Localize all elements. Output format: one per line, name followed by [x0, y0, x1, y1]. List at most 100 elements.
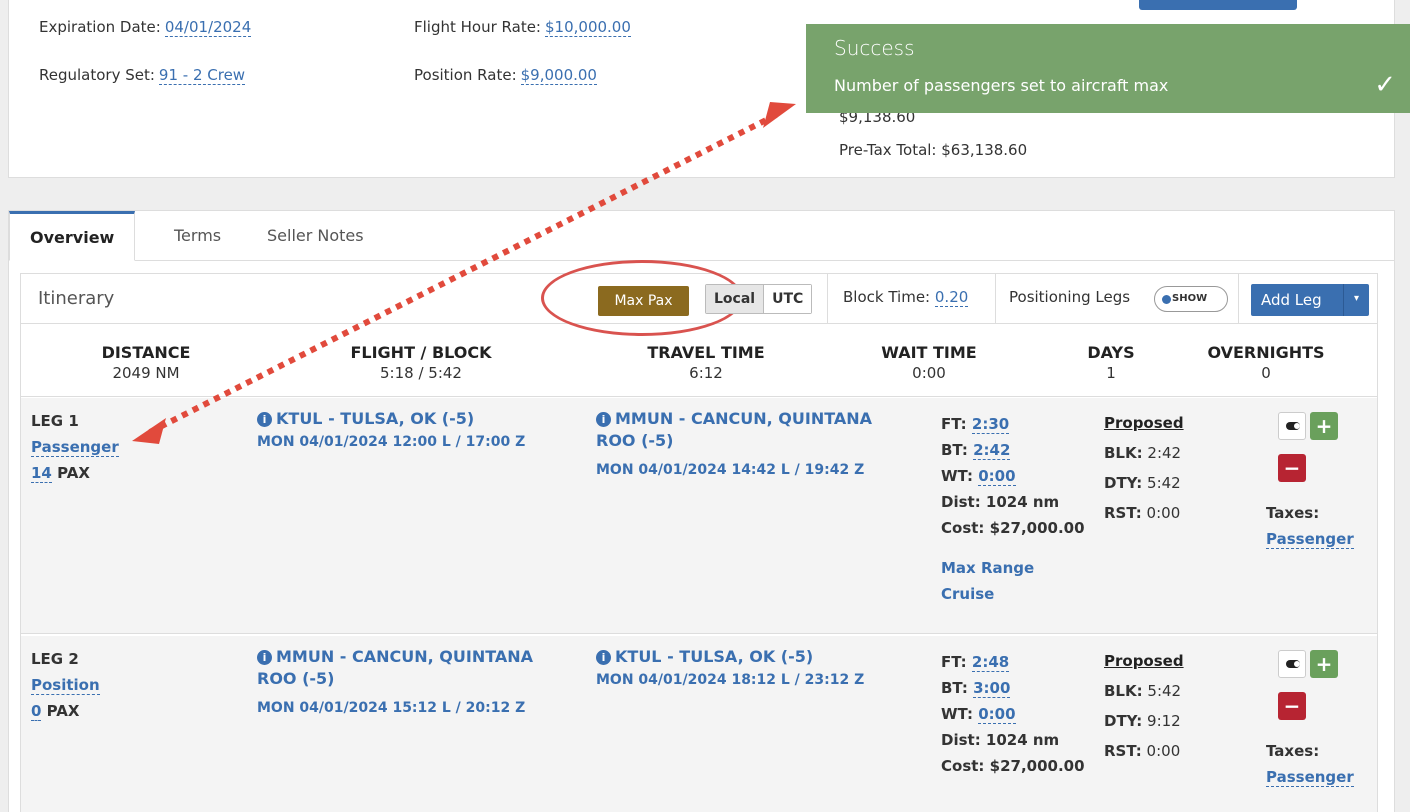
summary-value: 5:18 / 5:42 — [380, 364, 462, 382]
leg-type-link[interactable]: Position — [31, 676, 100, 695]
bt-value[interactable]: 2:42 — [973, 441, 1011, 460]
proposed-link[interactable]: Proposed — [1104, 646, 1184, 676]
info-icon[interactable]: i — [596, 650, 611, 665]
bt-value[interactable]: 3:00 — [973, 679, 1011, 698]
position-rate-label: Position Rate: — [414, 66, 517, 84]
arrival-airport[interactable]: i MMUN - CANCUN, QUINTANA ROO (-5) — [596, 408, 916, 452]
block-time: Block Time: 0.20 — [843, 288, 969, 307]
info-icon[interactable]: i — [596, 412, 611, 427]
info-icon[interactable]: i — [257, 650, 272, 665]
tab-seller-notes[interactable]: Seller Notes — [247, 211, 384, 261]
ft-value[interactable]: 2:30 — [971, 415, 1010, 434]
range-line-2: Cruise — [941, 585, 995, 603]
toast-title: Success — [834, 36, 915, 60]
arrival-airport-name-cont: ROO (-5) — [596, 431, 674, 450]
divider — [995, 274, 996, 324]
ft-label: FT: — [941, 415, 967, 433]
arrival-airport-name: MMUN - CANCUN, QUINTANA — [615, 409, 873, 428]
leg-cost: Cost: $27,000.00 — [941, 757, 1085, 775]
toggle-icon[interactable] — [1278, 412, 1306, 440]
departure-time: MON 04/01/2024 12:00 L / 17:00 Z — [257, 434, 526, 450]
departure-airport-name: KTUL - TULSA, OK (-5) — [276, 409, 475, 428]
range-line-1: Max Range — [941, 559, 1035, 577]
quote-tabs-panel: Overview Terms Seller Notes Itinerary Ma… — [8, 210, 1395, 812]
departure-airport[interactable]: i KTUL - TULSA, OK (-5) — [257, 408, 577, 430]
taxes-value[interactable]: Passenger — [1266, 530, 1354, 549]
pre-tax-total: Pre-Tax Total: $63,138.60 — [839, 141, 1028, 159]
ft-value[interactable]: 2:48 — [971, 653, 1010, 672]
leg-times: FT: 2:30 BT: 2:42 WT: 0:00 Dist: 1024 nm… — [941, 411, 1085, 607]
add-leg-label: Add Leg — [1261, 291, 1322, 309]
wt-label: WT: — [941, 705, 973, 723]
rst-value: 0:00 — [1146, 742, 1181, 760]
wt-value[interactable]: 0:00 — [978, 705, 1016, 724]
leg-row: LEG 2 Position 0 PAX i MMUN - CANCUN, QUI… — [21, 636, 1377, 812]
tab-overview[interactable]: Overview — [9, 211, 136, 261]
toggle-icon[interactable] — [1278, 650, 1306, 678]
summary-label: WAIT TIME — [881, 343, 977, 362]
arrival-time: MON 04/01/2024 18:12 L / 23:12 Z — [596, 672, 865, 688]
summary-value: 0 — [1261, 364, 1271, 382]
block-time-label: Block Time: — [843, 288, 931, 306]
bt-label: BT: — [941, 679, 968, 697]
flight-hour-rate-value[interactable]: $10,000.00 — [545, 18, 631, 37]
aircraft-range-link[interactable]: Max Range Cruise — [941, 555, 1085, 607]
success-toast[interactable]: Success Number of passengers set to airc… — [806, 24, 1410, 113]
positioning-legs-label: Positioning Legs — [1009, 288, 1131, 306]
tab-terms[interactable]: Terms — [154, 211, 241, 261]
itinerary-toolbar: Itinerary Max Pax Local UTC Block Time: … — [21, 260, 1377, 336]
leg-distance: Dist: 1024 nm — [941, 731, 1060, 749]
dty-value: 9:12 — [1147, 712, 1181, 730]
utc-time-button[interactable]: UTC — [763, 285, 812, 313]
positioning-legs-toggle[interactable]: SHOW — [1154, 286, 1228, 312]
remove-leg-icon[interactable]: − — [1278, 692, 1306, 720]
rst-value: 0:00 — [1146, 504, 1181, 522]
info-icon[interactable]: i — [257, 412, 272, 427]
position-rate-value[interactable]: $9,000.00 — [520, 66, 597, 85]
divider — [827, 274, 828, 324]
taxes-value[interactable]: Passenger — [1266, 768, 1354, 787]
taxes-label: Taxes: — [1266, 504, 1320, 522]
update-tax-rates-button[interactable] — [1139, 0, 1297, 10]
regulatory-set-label: Regulatory Set: — [39, 66, 155, 84]
wt-value[interactable]: 0:00 — [978, 467, 1016, 486]
summary-label: FLIGHT / BLOCK — [350, 343, 492, 362]
summary-label: OVERNIGHTS — [1207, 343, 1325, 362]
expiration-date-field: Expiration Date: 04/01/2024 — [39, 18, 252, 37]
leg-info: LEG 2 Position 0 PAX — [31, 646, 100, 724]
wt-label: WT: — [941, 467, 973, 485]
proposed-link[interactable]: Proposed — [1104, 408, 1184, 438]
arrival-airport-name: KTUL - TULSA, OK (-5) — [615, 647, 814, 666]
leg-name: LEG 2 — [31, 650, 79, 668]
max-pax-button[interactable]: Max Pax — [598, 286, 689, 316]
rst-label: RST: — [1104, 742, 1142, 760]
flight-hour-rate-field: Flight Hour Rate: $10,000.00 — [414, 18, 631, 37]
departure-airport[interactable]: i MMUN - CANCUN, QUINTANA ROO (-5) — [257, 646, 587, 690]
add-leg-icon[interactable]: + — [1310, 650, 1338, 678]
leg-taxes: Taxes: Passenger — [1266, 738, 1354, 790]
add-leg-button[interactable]: Add Leg ▾ — [1251, 284, 1369, 316]
ft-label: FT: — [941, 653, 967, 671]
leg-taxes: Taxes: Passenger — [1266, 500, 1354, 552]
summary-value: 1 — [1106, 364, 1116, 382]
expiration-date-value[interactable]: 04/01/2024 — [164, 18, 252, 37]
block-time-value[interactable]: 0.20 — [934, 288, 969, 307]
remove-leg-icon[interactable]: − — [1278, 454, 1306, 482]
dty-label: DTY: — [1104, 474, 1143, 492]
itinerary-title: Itinerary — [38, 288, 115, 309]
local-time-button[interactable]: Local — [706, 285, 764, 313]
rst-label: RST: — [1104, 504, 1142, 522]
summary-label: DISTANCE — [101, 343, 191, 362]
chevron-down-icon[interactable]: ▾ — [1343, 284, 1369, 316]
regulatory-set-value[interactable]: 91 - 2 Crew — [158, 66, 246, 85]
leg-type-link[interactable]: Passenger — [31, 438, 119, 457]
divider — [1238, 274, 1239, 324]
pax-count-link[interactable]: 14 — [31, 464, 52, 483]
summary-overnights: OVERNIGHTS 0 — [1201, 343, 1331, 382]
arrival-airport[interactable]: i KTUL - TULSA, OK (-5) — [596, 646, 916, 668]
summary-value: 2049 NM — [112, 364, 180, 382]
pax-count-link[interactable]: 0 — [31, 702, 42, 721]
add-leg-icon[interactable]: + — [1310, 412, 1338, 440]
taxes-label: Taxes: — [1266, 742, 1320, 760]
pax-label: PAX — [46, 702, 80, 720]
